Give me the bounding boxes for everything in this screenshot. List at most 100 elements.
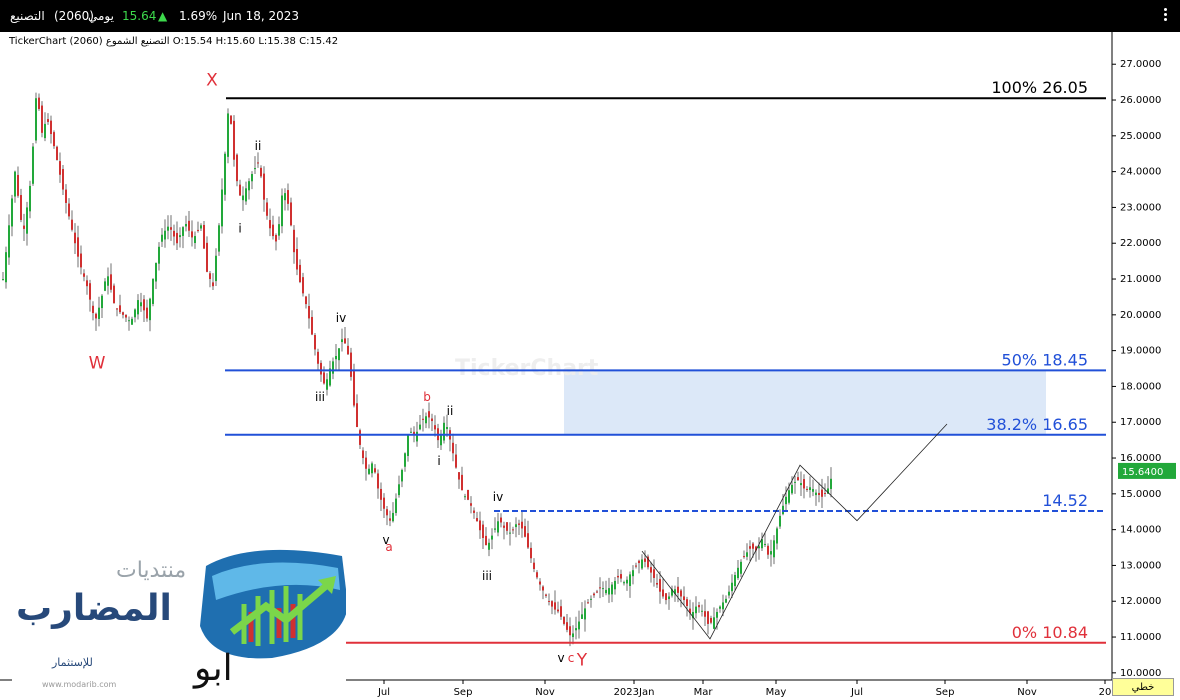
candle [569,626,571,636]
candle [326,379,328,390]
candle [566,622,568,630]
y-tick-label: 25.0000 [1120,131,1161,142]
candle [479,520,481,531]
candle [494,528,496,530]
y-tick-label: 14.0000 [1120,525,1161,536]
candle [5,252,7,283]
candle [518,523,520,525]
candle [92,305,94,314]
candle [425,416,427,424]
candle [26,207,28,234]
candle [77,237,79,257]
y-tick-label: 24.0000 [1120,167,1161,178]
candle [572,633,574,638]
candle [779,515,781,527]
candle [554,602,556,610]
candle [704,611,706,617]
candle [629,574,631,586]
candle [419,424,421,430]
wave-label: iii [315,390,325,404]
candle [785,496,787,505]
wave-label: c [568,651,575,665]
top-bar: التصنيع (2060) يومي 15.64 ▲ 1.69% Jun 18… [0,0,1180,32]
candle [122,312,124,315]
candle [155,262,157,282]
candle [386,509,388,516]
candle [548,600,550,602]
candle [767,545,769,555]
candle [446,427,448,430]
candle [578,621,580,630]
projection-path [641,423,948,640]
candle [563,616,565,624]
wave-label: iii [482,569,492,583]
candle [401,469,403,482]
candle [782,505,784,515]
candle [686,599,688,607]
candle [182,227,184,236]
candle [695,606,697,614]
x-tick-label: Sep [454,687,473,698]
candle [53,132,55,147]
period-label[interactable]: يومي [88,9,114,23]
candle [806,488,808,490]
logo-line2: المضارب [16,588,172,629]
candle [776,528,778,544]
candle [113,285,115,304]
candle [452,442,454,454]
menu-dots-icon[interactable] [1158,6,1172,24]
candle [314,334,316,350]
candle [23,225,25,229]
candle [152,279,154,304]
candle [266,202,268,216]
candle [728,591,730,596]
candle [662,589,664,597]
candle [107,276,109,286]
candle [551,601,553,607]
x-tick-label: Jul [377,687,390,698]
candle [140,302,142,307]
candle [668,596,670,600]
candle [290,202,292,226]
candle [560,606,562,617]
candle [41,105,43,133]
candle [374,468,376,473]
x-tick-label: 20 [1099,687,1112,698]
candle [488,542,490,550]
candle [29,185,31,212]
x-tick-label: Sep [936,687,955,698]
wave-label: v [557,651,564,665]
candle [173,230,175,237]
wave-label: i [437,454,440,468]
last-price: 15.64 [122,9,157,23]
candle [581,614,583,619]
line-type-button[interactable]: خطي [1112,678,1174,696]
wave-label: iv [336,311,346,325]
candle [353,371,355,406]
candle [473,510,475,513]
change-percent: 1.69% [179,9,218,23]
candle [74,232,76,244]
candle [350,352,352,377]
candle [608,588,610,595]
signature: ابو مسعود [194,648,297,690]
candle [254,168,256,170]
candle [236,154,238,182]
candle [731,582,733,592]
projection-layer [641,423,948,640]
candle [44,123,46,139]
candle [410,431,412,433]
candle [416,431,418,442]
wave-label: Y [576,651,588,671]
candle [722,602,724,610]
candle [272,224,274,237]
candle [128,320,130,322]
candle [752,543,754,549]
candle [737,567,739,579]
candle [233,120,235,160]
candle [434,425,436,430]
candle [245,188,247,202]
candle [338,348,340,361]
candle [2,279,4,281]
candle [812,489,814,492]
